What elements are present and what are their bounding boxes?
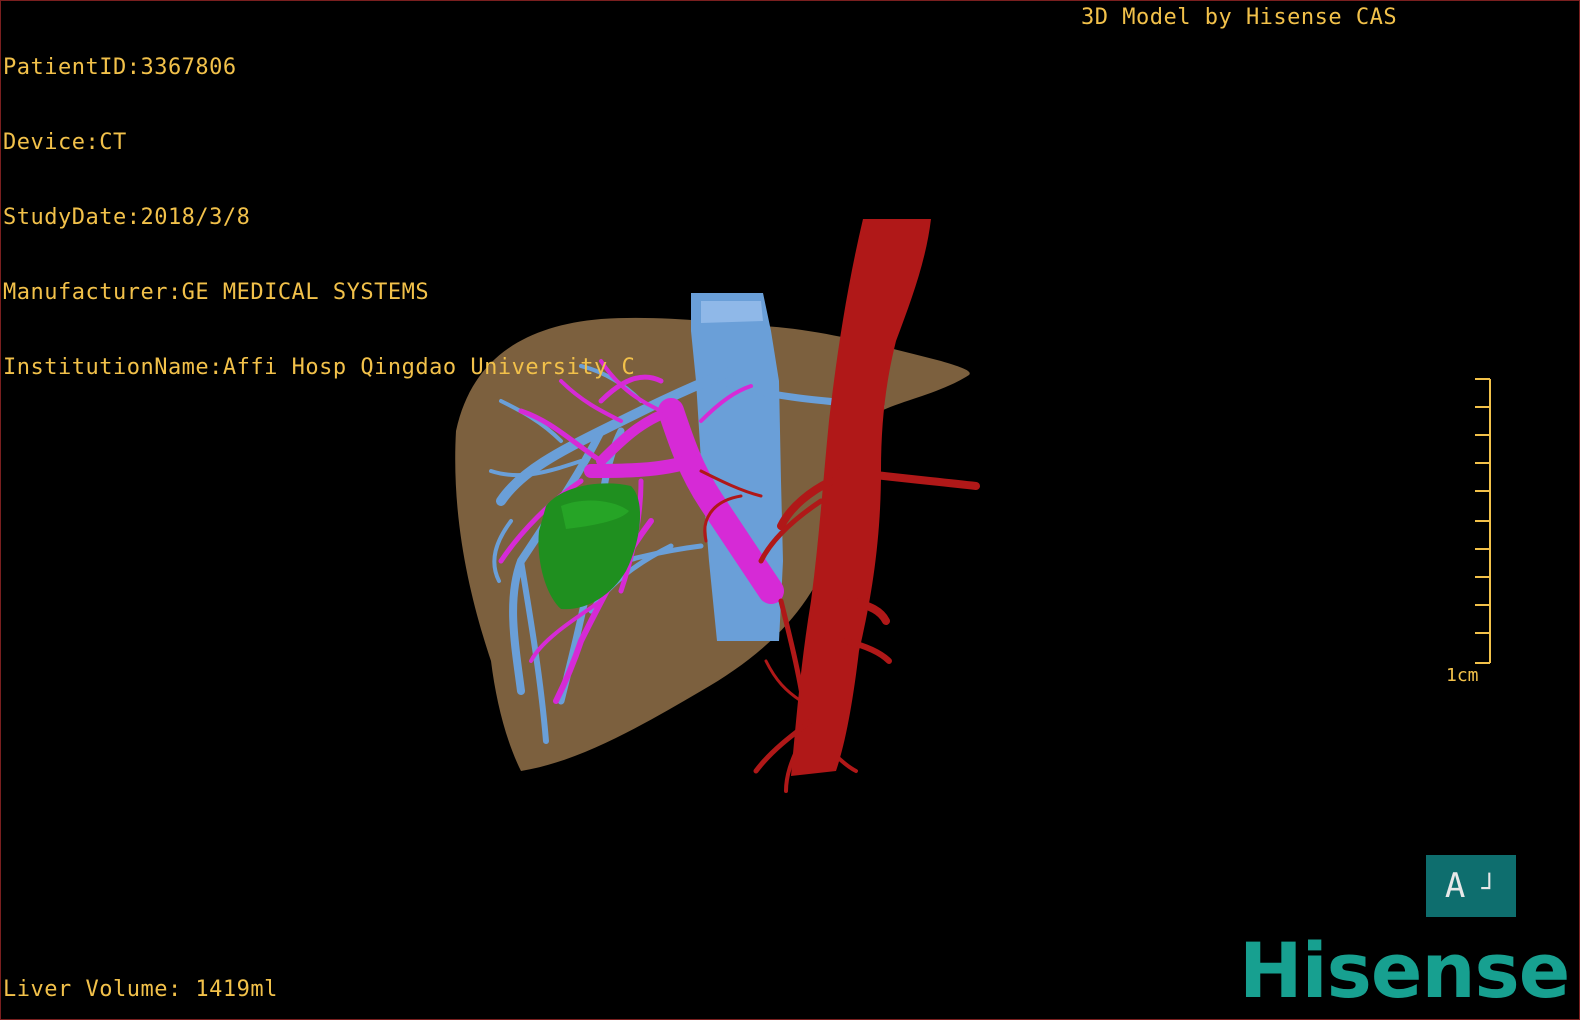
model-credit: 3D Model by Hisense CAS — [1081, 5, 1398, 30]
3d-viewport[interactable]: PatientID:3367806 Device:CT StudyDate:20… — [0, 0, 1580, 1020]
orientation-letter: A — [1444, 866, 1466, 906]
dicom-metadata: PatientID:3367806 Device:CT StudyDate:20… — [3, 5, 635, 430]
scale-label: 1cm — [1446, 665, 1479, 686]
study-date: StudyDate:2018/3/8 — [3, 205, 251, 230]
liver-volume: Liver Volume: 1419ml — [3, 977, 278, 1002]
orientation-corner-glyph: ┘ — [1481, 874, 1498, 904]
device: Device:CT — [3, 130, 127, 155]
scale-bar — [1475, 378, 1491, 664]
hisense-logo: Hisense — [1239, 926, 1570, 1015]
orientation-cube-icon[interactable]: A ┘ — [1426, 855, 1516, 917]
manufacturer: Manufacturer:GE MEDICAL SYSTEMS — [3, 280, 430, 305]
institution-name: InstitutionName:Affi Hosp Qingdao Univer… — [3, 355, 636, 380]
patient-id: PatientID:3367806 — [3, 55, 237, 80]
